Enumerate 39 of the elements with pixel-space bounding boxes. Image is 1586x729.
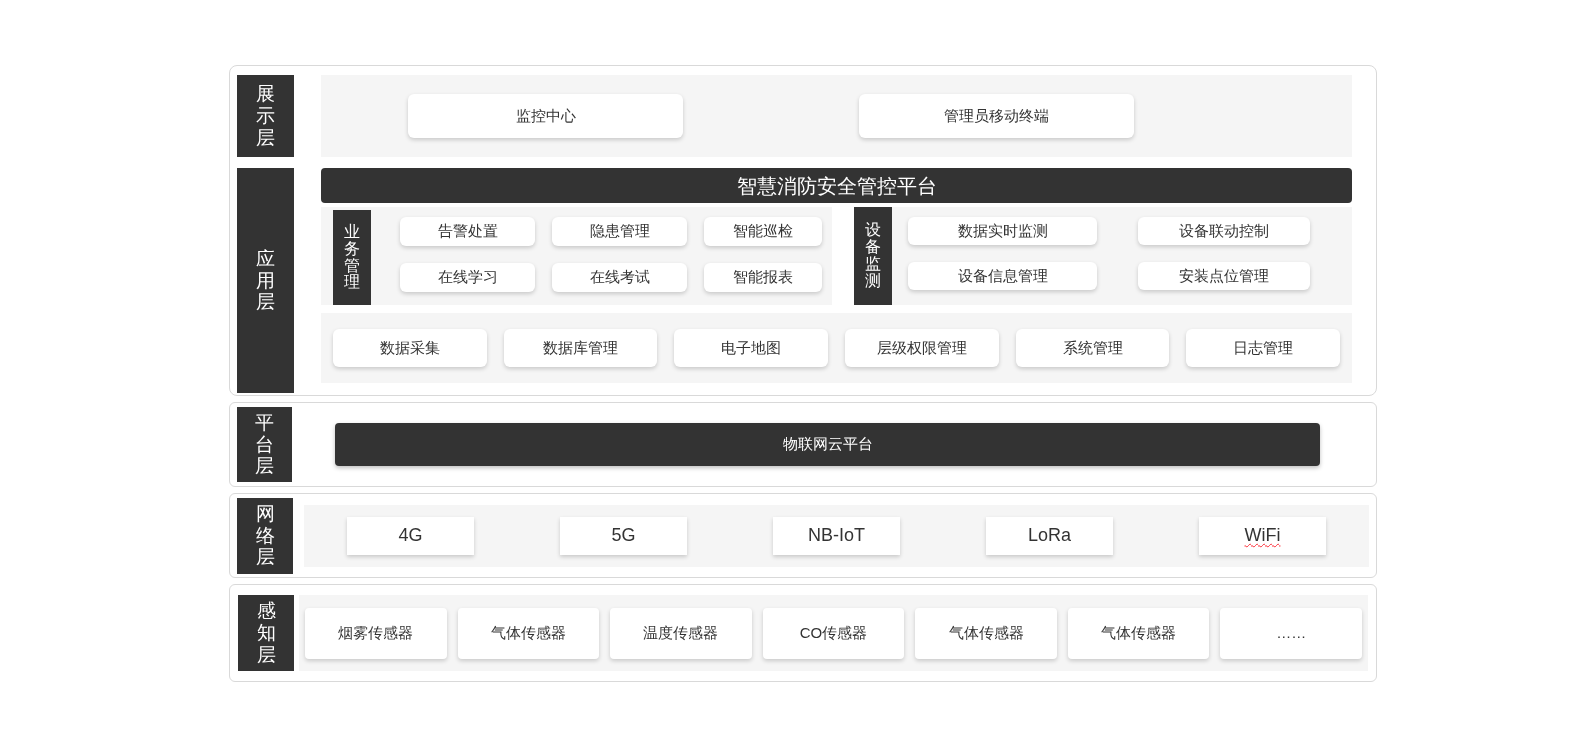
layer-label: 网络层 (237, 497, 293, 574)
platform-title-bar: 智慧消防安全管控平台 (321, 168, 1352, 203)
module-card: 烟雾传感器 (305, 607, 447, 659)
module-card: 智能报表 (704, 263, 822, 292)
module-card: 在线学习 (400, 263, 535, 292)
group-label: 设备监测 (854, 207, 892, 305)
module-card: …… (1220, 607, 1363, 659)
network-card: 5G (560, 516, 687, 555)
module-card: 告警处置 (400, 217, 535, 246)
layer-label: 应用层 (237, 168, 294, 393)
network-card: LoRa (986, 516, 1113, 555)
module-card: 系统管理 (1015, 329, 1170, 367)
module-card: 层级权限管理 (845, 329, 999, 367)
module-card: 数据采集 (333, 329, 487, 367)
module-card: 监控中心 (408, 94, 683, 138)
layer-label: 展示层 (237, 75, 294, 157)
module-card: 温度传感器 (610, 607, 752, 659)
module-card: 设备信息管理 (908, 262, 1097, 290)
module-card: 气体传感器 (915, 607, 1057, 659)
module-card: 安装点位管理 (1138, 262, 1310, 290)
module-card: 在线考试 (552, 263, 687, 292)
module-card: CO传感器 (762, 607, 905, 659)
module-card: 日志管理 (1186, 329, 1341, 367)
network-card: WiFi (1199, 516, 1326, 555)
module-card: 隐患管理 (552, 217, 687, 246)
module-card: 数据库管理 (503, 329, 658, 367)
layer-label: 平台层 (237, 407, 292, 482)
cloud-platform-bar: 物联网云平台 (335, 423, 1320, 466)
module-card: 智能巡检 (704, 217, 822, 246)
network-card: 4G (347, 516, 474, 555)
module-card: 管理员移动终端 (859, 94, 1134, 138)
network-card: NB-IoT (773, 516, 900, 555)
module-card: 气体传感器 (457, 607, 600, 659)
layer-label: 感知层 (238, 595, 294, 671)
module-card: 气体传感器 (1067, 607, 1210, 659)
module-card: 设备联动控制 (1138, 217, 1310, 245)
module-card: 数据实时监测 (908, 217, 1097, 245)
module-card: 电子地图 (674, 329, 828, 367)
group-label: 业务管理 (333, 210, 371, 305)
